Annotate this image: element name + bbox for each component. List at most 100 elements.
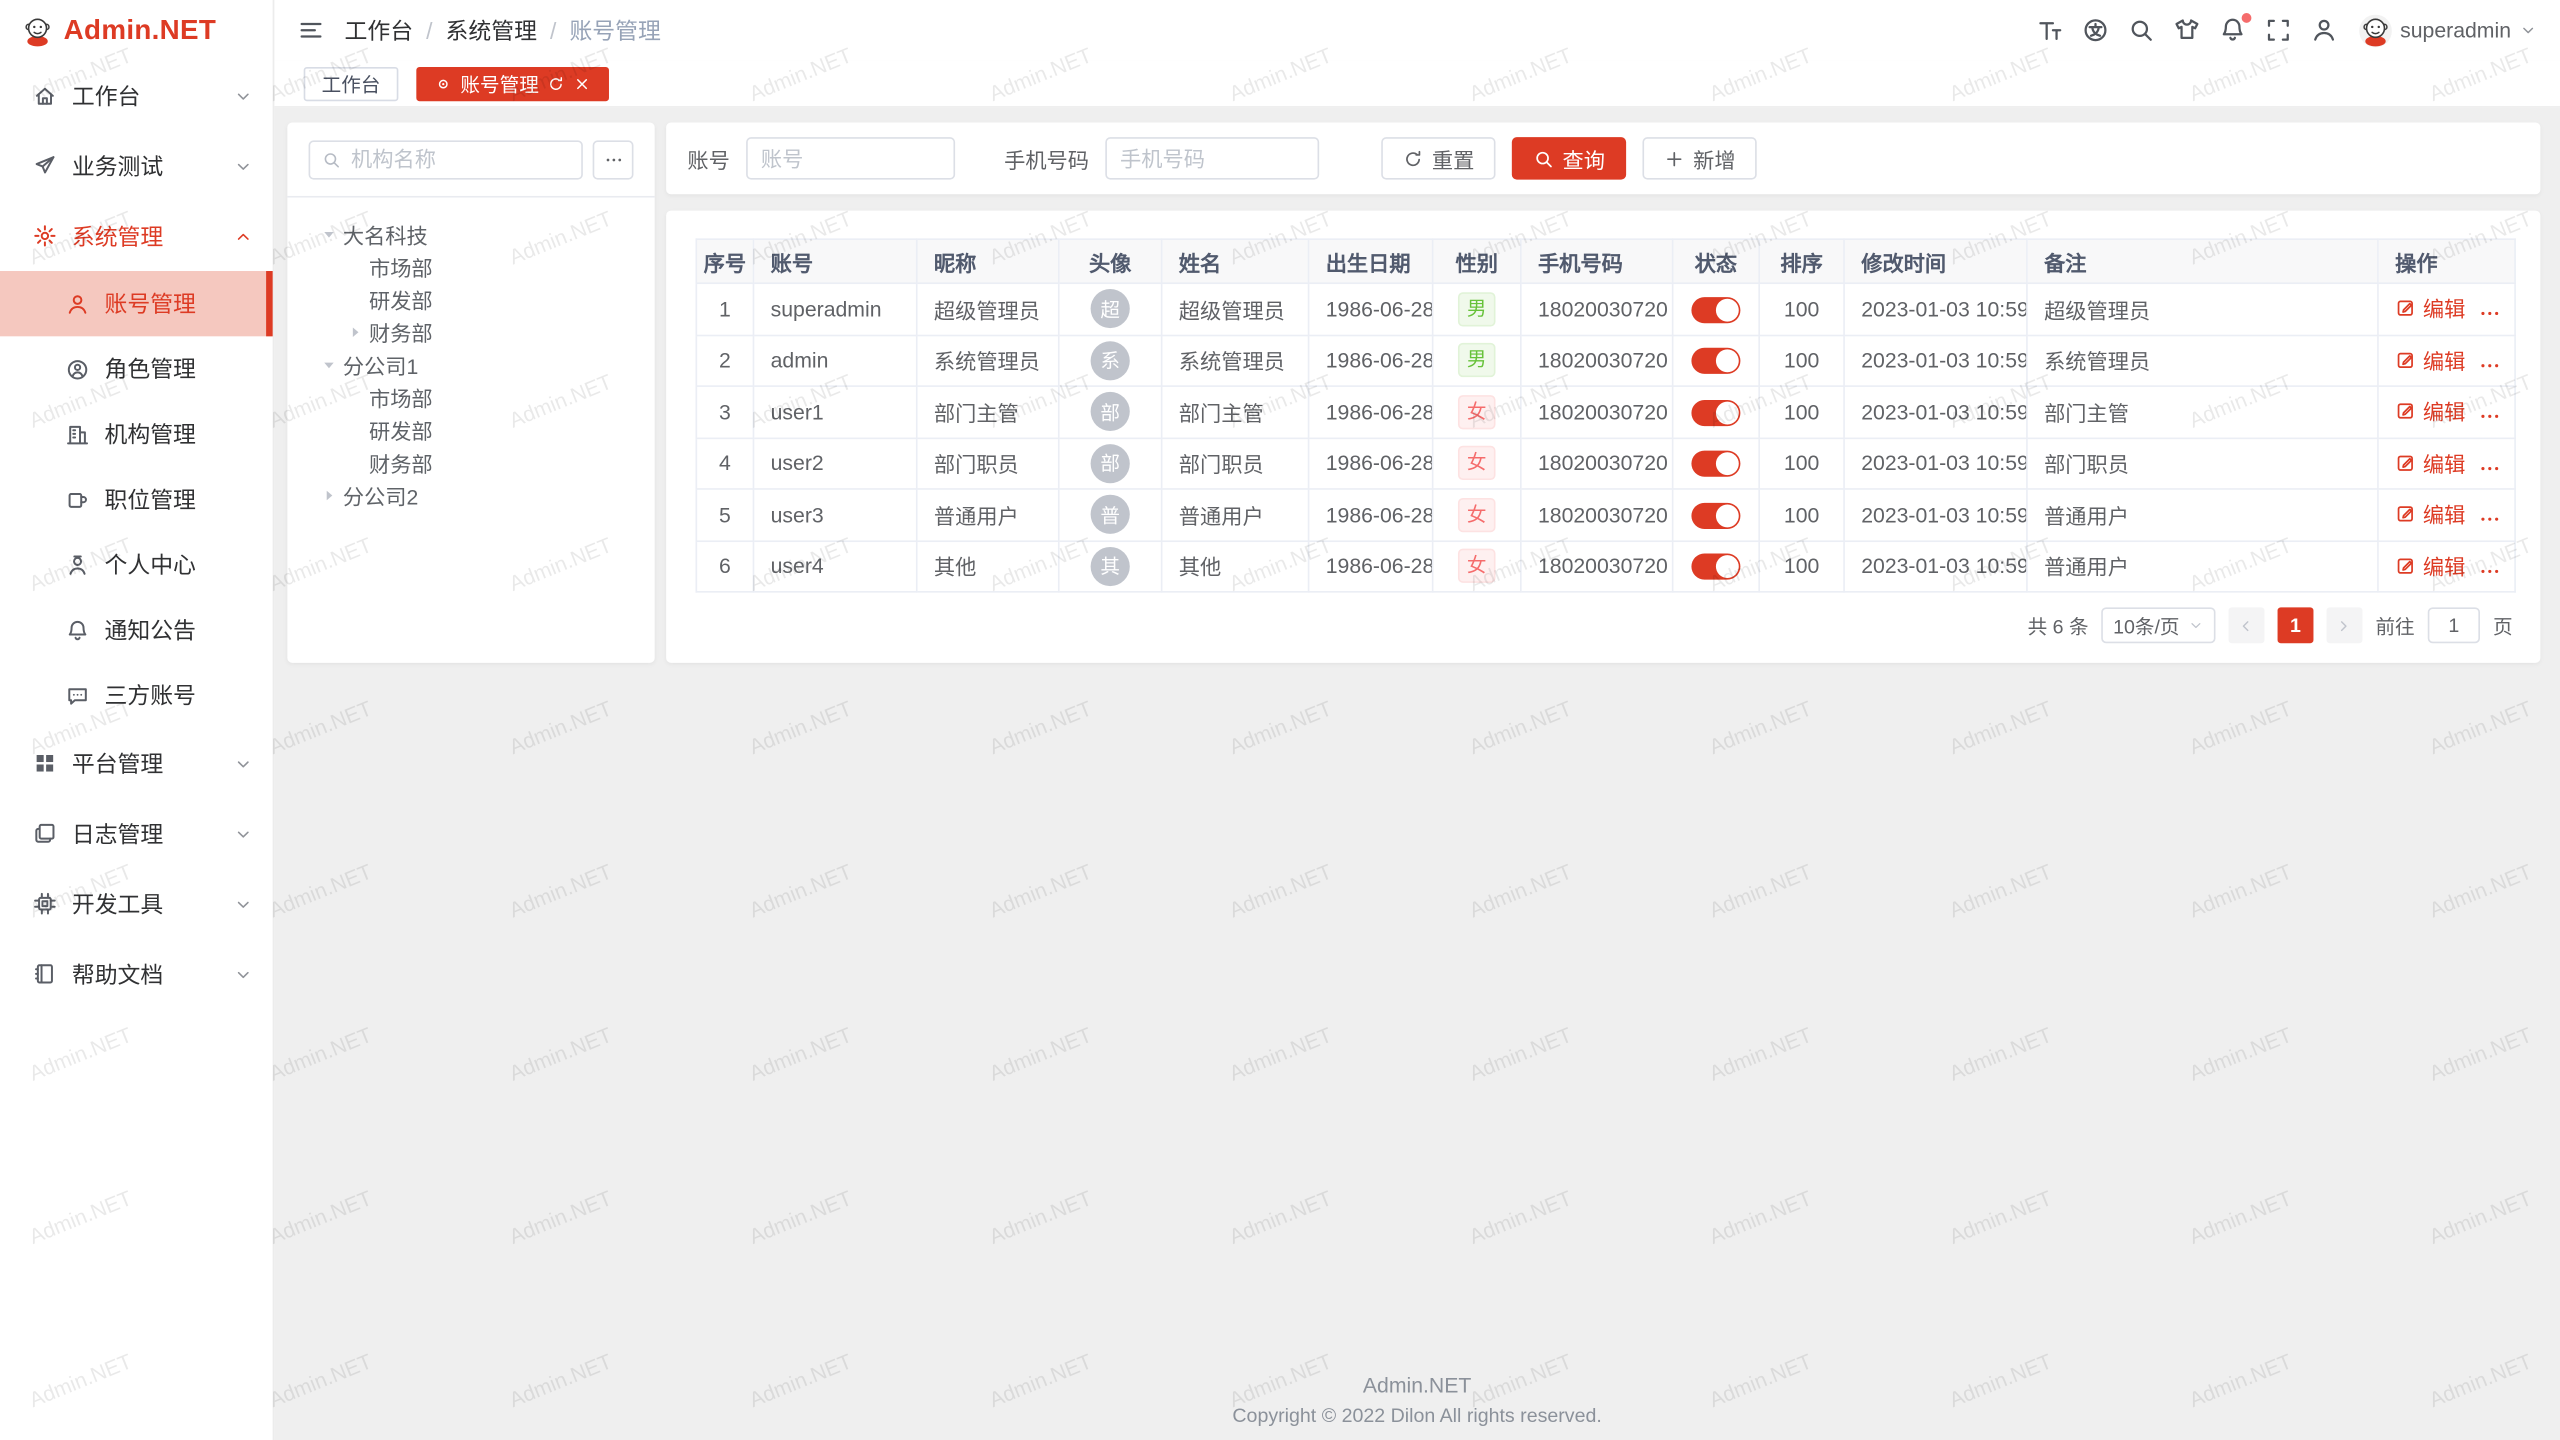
sidebar-item-notice[interactable]: 通知公告 <box>0 598 273 663</box>
row-more-button[interactable] <box>2478 302 2501 325</box>
sidebar-item-role-mgmt[interactable]: 角色管理 <box>0 336 273 401</box>
query-button[interactable]: 查询 <box>1512 137 1626 179</box>
breadcrumb-item[interactable]: 系统管理 <box>446 14 537 47</box>
user-icon[interactable] <box>2310 16 2338 44</box>
sidebar-item-dev-tools[interactable]: 开发工具 <box>0 869 273 939</box>
edit-button[interactable]: 编辑 <box>2395 344 2465 375</box>
footer-app-name: Admin.NET <box>274 1371 2560 1400</box>
phone-filter-input[interactable] <box>1105 137 1319 179</box>
row-more-button[interactable] <box>2478 508 2501 531</box>
phone-filter-label: 手机号码 <box>1004 143 1089 174</box>
tree-node[interactable]: 市场部 <box>287 250 654 283</box>
table-card: 序号账号昵称头像姓名出生日期性别手机号码状态排序修改时间备注操作 1supera… <box>666 211 2540 663</box>
plus-icon <box>1664 148 1685 169</box>
breadcrumb-item-current: 账号管理 <box>569 14 660 47</box>
chevron-left-icon <box>2237 616 2255 634</box>
theme-icon[interactable] <box>2173 16 2201 44</box>
font-size-icon[interactable] <box>2036 16 2064 44</box>
language-icon[interactable] <box>2082 16 2110 44</box>
status-toggle[interactable] <box>1691 554 1740 580</box>
sidebar-item-account-mgmt[interactable]: 账号管理 <box>0 271 273 336</box>
column-header-nickname: 昵称 <box>917 239 1059 283</box>
org-search-input[interactable] <box>309 140 583 179</box>
filter-bar: 账号 手机号码 重置 查询 新增 <box>666 122 2540 194</box>
refresh-icon <box>1402 148 1423 169</box>
status-toggle[interactable] <box>1691 502 1740 528</box>
page-1-button[interactable]: 1 <box>2277 607 2313 643</box>
edit-button[interactable]: 编辑 <box>2395 293 2465 324</box>
column-header-sort: 排序 <box>1759 239 1844 283</box>
gear-icon <box>33 224 57 248</box>
user-menu[interactable]: superadmin <box>2359 14 2537 47</box>
page-size-select[interactable]: 10条/页 <box>2102 607 2216 643</box>
edit-button[interactable]: 编辑 <box>2395 499 2465 530</box>
row-more-button[interactable] <box>2478 456 2501 479</box>
refresh-icon[interactable] <box>547 74 565 92</box>
fullscreen-icon[interactable] <box>2265 16 2293 44</box>
status-toggle[interactable] <box>1691 296 1740 322</box>
breadcrumb-item[interactable]: 工作台 <box>344 14 413 47</box>
next-page-button[interactable] <box>2326 607 2362 643</box>
tab-account-mgmt[interactable]: 账号管理 <box>416 66 609 100</box>
caret-right-icon[interactable] <box>346 322 364 340</box>
table-row: 2admin系统管理员系系统管理员1986-06-28男180200307201… <box>696 335 2515 386</box>
building-icon <box>65 422 89 446</box>
avatar-badge: 系 <box>1091 341 1130 380</box>
table-row: 4user2部门职员部部门职员1986-06-28女18020030720100… <box>696 438 2515 489</box>
sidebar-item-platform-mgmt[interactable]: 平台管理 <box>0 728 273 798</box>
person-icon <box>65 553 89 577</box>
tabbar: 工作台账号管理 <box>274 60 2560 107</box>
tree-node[interactable]: 财务部 <box>287 315 654 348</box>
sidebar: Admin.NET 工作台业务测试系统管理账号管理角色管理机构管理职位管理个人中… <box>0 0 274 1440</box>
caret-right-icon[interactable] <box>320 486 338 504</box>
search-icon[interactable] <box>2127 16 2155 44</box>
row-more-button[interactable] <box>2478 559 2501 582</box>
account-filter-input[interactable] <box>746 137 955 179</box>
chat-icon <box>65 683 89 707</box>
tree-node[interactable]: 研发部 <box>287 282 654 315</box>
row-more-button[interactable] <box>2478 354 2501 377</box>
tree-node[interactable]: 分公司2 <box>287 478 654 511</box>
sidebar-item-log-mgmt[interactable]: 日志管理 <box>0 798 273 868</box>
tree-node[interactable]: 市场部 <box>287 380 654 413</box>
column-header-remark: 备注 <box>2027 239 2378 283</box>
status-toggle[interactable] <box>1691 399 1740 425</box>
tab-workbench[interactable]: 工作台 <box>304 66 399 100</box>
sidebar-item-personal-center[interactable]: 个人中心 <box>0 532 273 597</box>
caret-right-icon[interactable] <box>320 224 338 242</box>
column-header-phone: 手机号码 <box>1521 239 1673 283</box>
app-logo[interactable]: Admin.NET <box>0 0 273 60</box>
edit-button[interactable]: 编辑 <box>2395 396 2465 427</box>
sidebar-item-system-mgmt[interactable]: 系统管理 <box>0 201 273 271</box>
sidebar-item-third-account[interactable]: 三方账号 <box>0 663 273 728</box>
edit-button[interactable]: 编辑 <box>2395 550 2465 581</box>
sidebar-item-business-test[interactable]: 业务测试 <box>0 131 273 201</box>
edit-button[interactable]: 编辑 <box>2395 447 2465 478</box>
close-icon[interactable] <box>573 74 591 92</box>
footer: Admin.NET Copyright © 2022 Dilon All rig… <box>274 1371 2560 1430</box>
prev-page-button[interactable] <box>2229 607 2265 643</box>
sidebar-item-workbench[interactable]: 工作台 <box>0 60 273 130</box>
chevron-right-icon <box>2335 616 2353 634</box>
table-row: 5user3普通用户普普通用户1986-06-28女18020030720100… <box>696 489 2515 540</box>
chevron-down-icon <box>233 894 253 914</box>
org-more-button[interactable] <box>593 140 634 179</box>
menu-collapse-icon[interactable] <box>297 16 325 44</box>
tree-node[interactable]: 分公司1 <box>287 348 654 381</box>
caret-right-icon[interactable] <box>320 355 338 373</box>
status-toggle[interactable] <box>1691 451 1740 477</box>
sidebar-item-position-mgmt[interactable]: 职位管理 <box>0 467 273 532</box>
goto-page-input[interactable] <box>2428 607 2480 643</box>
tree-node[interactable]: 财务部 <box>287 446 654 479</box>
reset-button[interactable]: 重置 <box>1381 137 1495 179</box>
row-more-button[interactable] <box>2478 405 2501 428</box>
tree-node[interactable]: 研发部 <box>287 413 654 446</box>
sidebar-item-help-docs[interactable]: 帮助文档 <box>0 939 273 1009</box>
add-button[interactable]: 新增 <box>1643 137 1757 179</box>
edit-icon <box>2395 349 2416 370</box>
status-toggle[interactable] <box>1691 348 1740 374</box>
sidebar-item-org-mgmt[interactable]: 机构管理 <box>0 402 273 467</box>
tree-node[interactable]: 大名科技 <box>287 217 654 250</box>
bell-icon[interactable] <box>2219 16 2247 44</box>
grid-icon <box>33 751 57 775</box>
